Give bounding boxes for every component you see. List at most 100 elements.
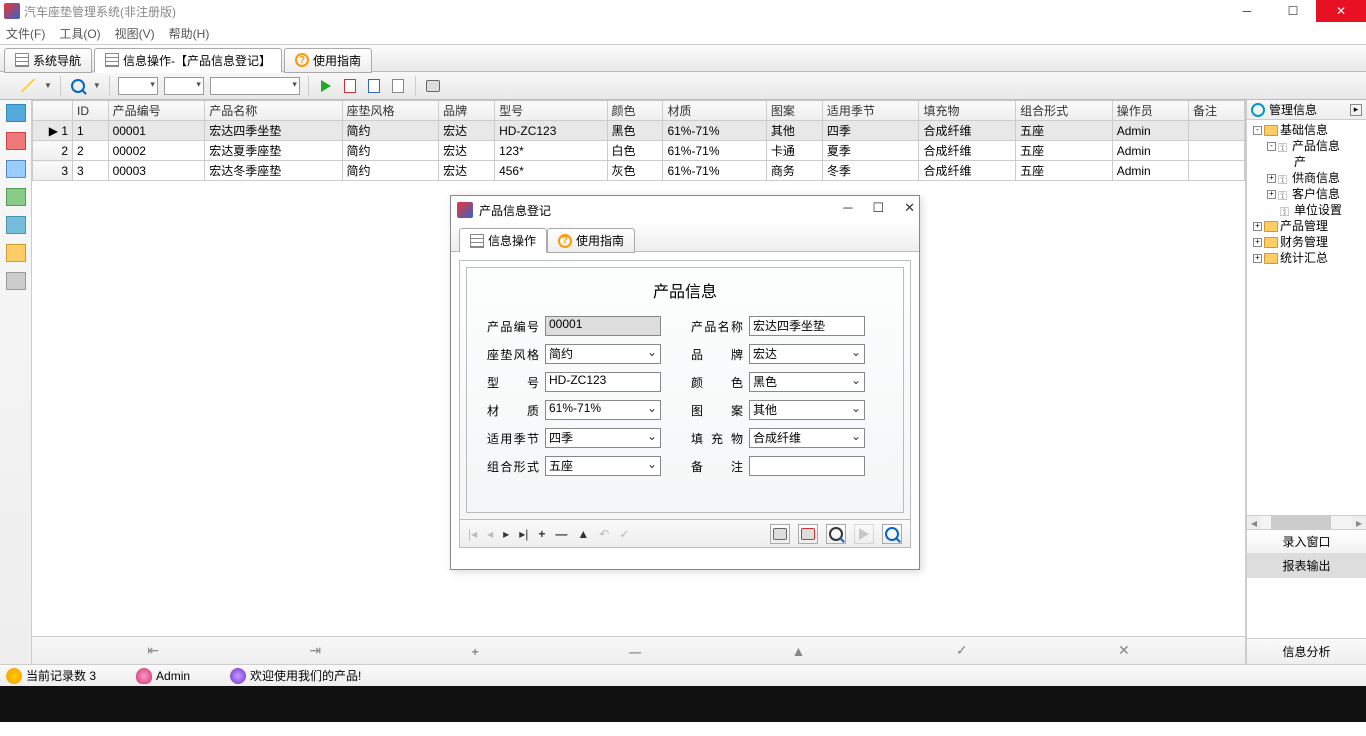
col-header[interactable]: 座垫风格 <box>342 101 439 121</box>
tree-node[interactable]: -基础信息 <box>1249 122 1364 138</box>
close-button[interactable]: ✕ <box>1316 0 1366 22</box>
menu-help[interactable]: 帮助(H) <box>169 25 210 42</box>
field-season[interactable]: 四季 <box>545 428 661 448</box>
play-button[interactable] <box>854 524 874 544</box>
rtab-entry[interactable]: 录入窗口 <box>1247 530 1366 554</box>
rec-ok[interactable]: ✓ <box>619 527 629 541</box>
table-row[interactable]: ▶ 1100001宏达四季坐垫简约宏达HD-ZC123黑色61%-71%其他四季… <box>33 121 1245 141</box>
table-row[interactable]: 3300003宏达冬季座垫简约宏达456*灰色61%-71%商务冬季合成纤维五座… <box>33 161 1245 181</box>
tree-node[interactable]: +⚿客户信息 <box>1249 186 1364 202</box>
doc-button-2[interactable] <box>365 77 383 95</box>
col-header[interactable]: ID <box>73 101 109 121</box>
preview-button[interactable] <box>826 524 846 544</box>
search-button[interactable] <box>69 77 87 95</box>
field-combo[interactable]: 五座 <box>545 456 661 476</box>
filter-dropdown-1[interactable] <box>118 77 158 95</box>
expand-icon[interactable]: + <box>1253 254 1262 263</box>
lbtn-1[interactable] <box>6 104 26 122</box>
doc-button-3[interactable] <box>389 77 407 95</box>
tree-node[interactable]: +产品管理 <box>1249 218 1364 234</box>
zoom-button[interactable] <box>882 524 902 544</box>
col-header[interactable]: 型号 <box>495 101 607 121</box>
tab-info-op[interactable]: 信息操作-【产品信息登记】 <box>94 48 282 73</box>
tree-node[interactable]: 产 <box>1249 154 1364 170</box>
rec-undo[interactable]: ↶ <box>599 527 609 541</box>
col-header[interactable]: 品牌 <box>439 101 495 121</box>
tree-node[interactable]: +统计汇总 <box>1249 250 1364 266</box>
field-pattern[interactable]: 其他 <box>749 400 865 420</box>
tree-node[interactable]: -⚿产品信息 <box>1249 138 1364 154</box>
col-header[interactable]: 图案 <box>766 101 822 121</box>
table-row[interactable]: 2200002宏达夏季座垫简约宏达123*白色61%-71%卡通夏季合成纤维五座… <box>33 141 1245 161</box>
lbtn-3[interactable] <box>6 160 26 178</box>
doc-button-1[interactable] <box>341 77 359 95</box>
menu-tools[interactable]: 工具(O) <box>59 25 100 42</box>
dialog-tab-guide[interactable]: ?使用指南 <box>547 228 635 253</box>
nav-remove[interactable]: — <box>629 643 641 659</box>
rpanel-hscroll[interactable]: ◂ ▸ <box>1247 515 1366 529</box>
expand-icon[interactable]: - <box>1253 126 1262 135</box>
tab-nav[interactable]: 系统导航 <box>4 48 92 73</box>
nav-cancel[interactable]: ✕ <box>1118 642 1130 659</box>
nav-confirm[interactable]: ✓ <box>956 642 968 659</box>
col-header[interactable]: 颜色 <box>607 101 663 121</box>
rec-prev[interactable]: ◂ <box>487 527 493 541</box>
lbtn-7[interactable] <box>6 272 26 290</box>
print-del-button[interactable] <box>798 524 818 544</box>
col-header[interactable]: 备注 <box>1188 101 1244 121</box>
rec-del[interactable]: — <box>555 527 567 541</box>
rec-last[interactable]: ▸| <box>519 527 528 541</box>
expand-icon[interactable]: - <box>1267 142 1276 151</box>
dialog-close[interactable]: ✕ <box>904 200 915 216</box>
expand-icon[interactable]: + <box>1253 238 1262 247</box>
menu-file[interactable]: 文件(F) <box>6 25 45 42</box>
expand-icon[interactable]: + <box>1267 174 1276 183</box>
field-code[interactable]: 00001 <box>545 316 661 336</box>
tree-node[interactable]: +财务管理 <box>1249 234 1364 250</box>
field-material[interactable]: 61%-71% <box>545 400 661 420</box>
nav-first[interactable]: ⇤ <box>147 642 159 659</box>
col-header[interactable]: 填充物 <box>919 101 1016 121</box>
rec-up[interactable]: ▲ <box>577 527 589 541</box>
rec-first[interactable]: |◂ <box>468 527 477 541</box>
col-header[interactable]: 适用季节 <box>822 101 919 121</box>
print-button[interactable] <box>770 524 790 544</box>
lbtn-6[interactable] <box>6 244 26 262</box>
lbtn-4[interactable] <box>6 188 26 206</box>
rpanel-footer[interactable]: 信息分析 <box>1247 638 1366 664</box>
field-brand[interactable]: 宏达 <box>749 344 865 364</box>
edit-button[interactable] <box>20 77 38 95</box>
tree-node[interactable]: ⚿单位设置 <box>1249 202 1364 218</box>
filter-dropdown-2[interactable] <box>164 77 204 95</box>
tab-guide[interactable]: ?使用指南 <box>284 48 372 73</box>
dialog-maximize[interactable]: ☐ <box>872 200 884 216</box>
field-style[interactable]: 简约 <box>545 344 661 364</box>
col-header[interactable]: 组合形式 <box>1016 101 1113 121</box>
tree-node[interactable]: +⚿供商信息 <box>1249 170 1364 186</box>
col-header[interactable]: 产品编号 <box>108 101 205 121</box>
lbtn-5[interactable] <box>6 216 26 234</box>
nav-last[interactable]: ⇥ <box>309 642 321 659</box>
menu-view[interactable]: 视图(V) <box>115 25 155 42</box>
print-button[interactable] <box>424 77 442 95</box>
field-name[interactable]: 宏达四季坐垫 <box>749 316 865 336</box>
expand-icon[interactable]: + <box>1253 222 1262 231</box>
lbtn-2[interactable] <box>6 132 26 150</box>
minimize-button[interactable]: ─ <box>1224 0 1270 22</box>
maximize-button[interactable]: ☐ <box>1270 0 1316 22</box>
nav-tree[interactable]: -基础信息-⚿产品信息产+⚿供商信息+⚿客户信息⚿单位设置+产品管理+财务管理+… <box>1247 120 1366 515</box>
rec-next[interactable]: ▸ <box>503 527 509 541</box>
col-header[interactable]: 材质 <box>663 101 766 121</box>
nav-add[interactable]: + <box>472 643 479 659</box>
rtab-report[interactable]: 报表输出 <box>1247 554 1366 578</box>
rec-add[interactable]: + <box>538 527 545 541</box>
filter-dropdown-3[interactable] <box>210 77 300 95</box>
field-model[interactable]: HD-ZC123 <box>545 372 661 392</box>
field-fill[interactable]: 合成纤维 <box>749 428 865 448</box>
dialog-tab-info[interactable]: 信息操作 <box>459 228 547 253</box>
expand-icon[interactable]: + <box>1267 190 1276 199</box>
field-color[interactable]: 黑色 <box>749 372 865 392</box>
nav-up[interactable]: ▲ <box>792 643 806 659</box>
dialog-minimize[interactable]: ─ <box>843 200 852 216</box>
col-header[interactable]: 产品名称 <box>205 101 342 121</box>
